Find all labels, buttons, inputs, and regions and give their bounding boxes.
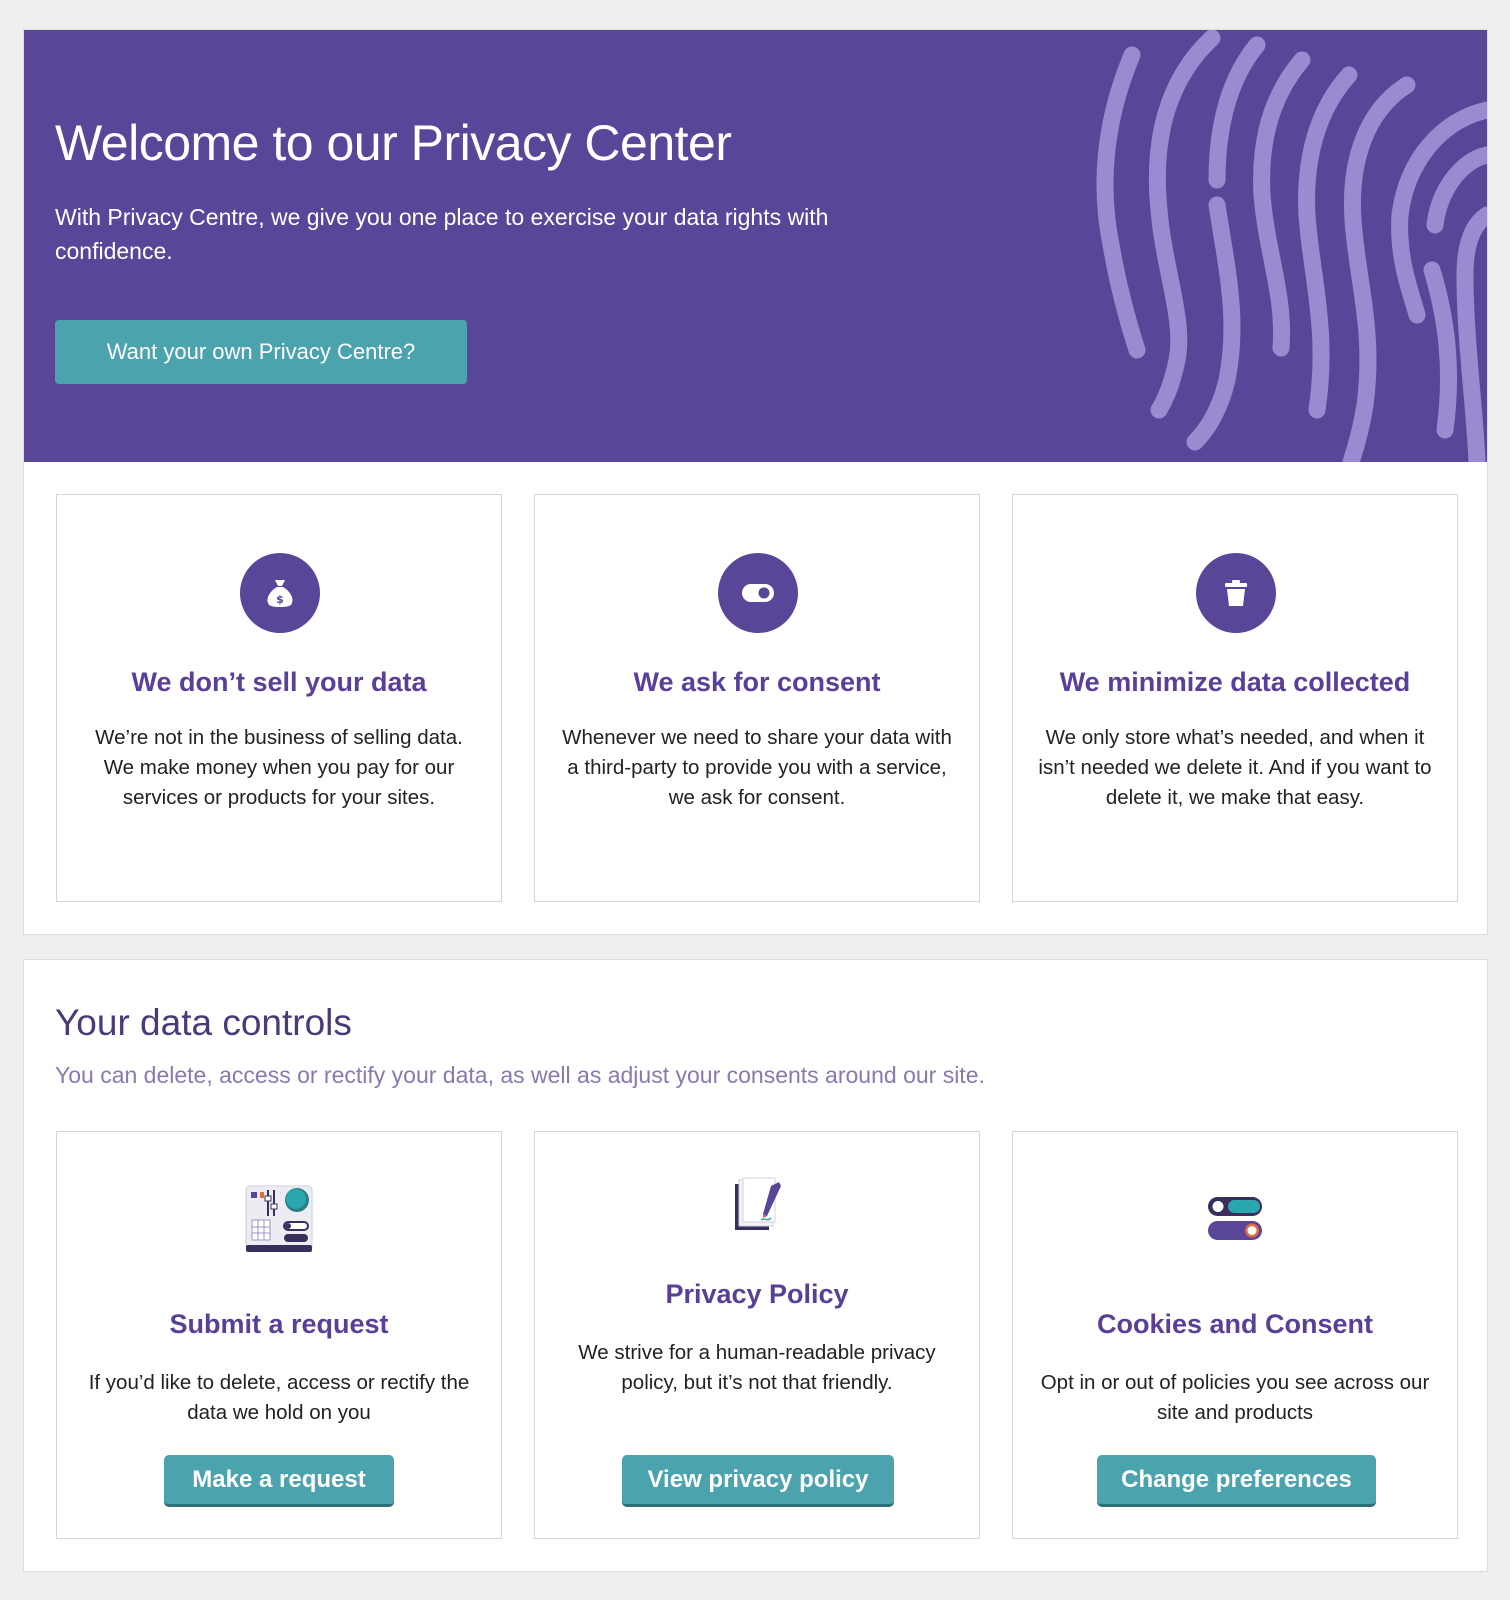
- control-text: We strive for a human-readable privacy p…: [578, 1341, 936, 1394]
- value-text: Whenever we need to share your data with…: [562, 726, 952, 809]
- toggles-icon: [1013, 1194, 1457, 1244]
- control-title: Privacy Policy: [665, 1279, 849, 1309]
- control-title: Cookies and Consent: [1096, 1309, 1374, 1339]
- hero-subtitle: With Privacy Centre, we give you one pla…: [55, 204, 829, 264]
- change-preferences-button[interactable]: Change preferences: [1097, 1455, 1376, 1507]
- control-text: Opt in or out of policies you see across…: [1040, 1371, 1430, 1424]
- svg-text:$: $: [276, 593, 284, 606]
- value-title: We minimize data collected: [1059, 667, 1411, 697]
- request-form-icon: [57, 1182, 501, 1254]
- value-card-no-selling: $ We don’t sell your data We’re not in t…: [56, 494, 502, 902]
- value-title: We don’t sell your data: [131, 667, 427, 697]
- toggle-icon: [718, 553, 798, 633]
- value-title: We ask for consent: [633, 667, 881, 697]
- trash-icon: [1196, 553, 1276, 633]
- value-text: We only store what’s needed, and when it…: [1038, 726, 1432, 809]
- money-bag-icon: $: [240, 553, 320, 633]
- make-request-button[interactable]: Make a request: [164, 1455, 394, 1507]
- data-controls-panel: Your data controls You can delete, acces…: [23, 959, 1488, 1572]
- section-title: Your data controls: [55, 1002, 352, 1043]
- control-title: Submit a request: [169, 1309, 389, 1339]
- control-text: If you’d like to delete, access or recti…: [88, 1371, 470, 1424]
- control-card-cookies: Cookies and Consent Opt in or out of pol…: [1012, 1131, 1458, 1539]
- control-card-request: Submit a request If you’d like to delete…: [56, 1131, 502, 1539]
- value-card-minimize: We minimize data collected We only store…: [1012, 494, 1458, 902]
- section-subtitle: You can delete, access or rectify your d…: [55, 1062, 985, 1088]
- intro-panel: Welcome to our Privacy Center With Priva…: [23, 29, 1488, 935]
- view-privacy-policy-button[interactable]: View privacy policy: [622, 1455, 894, 1507]
- value-text: We’re not in the business of selling dat…: [95, 726, 463, 809]
- page-title: Welcome to our Privacy Center: [55, 115, 732, 171]
- control-card-policy: Privacy Policy We strive for a human-rea…: [534, 1131, 980, 1539]
- value-card-consent: We ask for consent Whenever we need to s…: [534, 494, 980, 902]
- policy-document-icon: [535, 1176, 979, 1234]
- own-privacy-centre-button[interactable]: Want your own Privacy Centre?: [55, 320, 467, 384]
- fingerprint-icon: [1096, 30, 1487, 462]
- hero-banner: Welcome to our Privacy Center With Priva…: [24, 30, 1487, 462]
